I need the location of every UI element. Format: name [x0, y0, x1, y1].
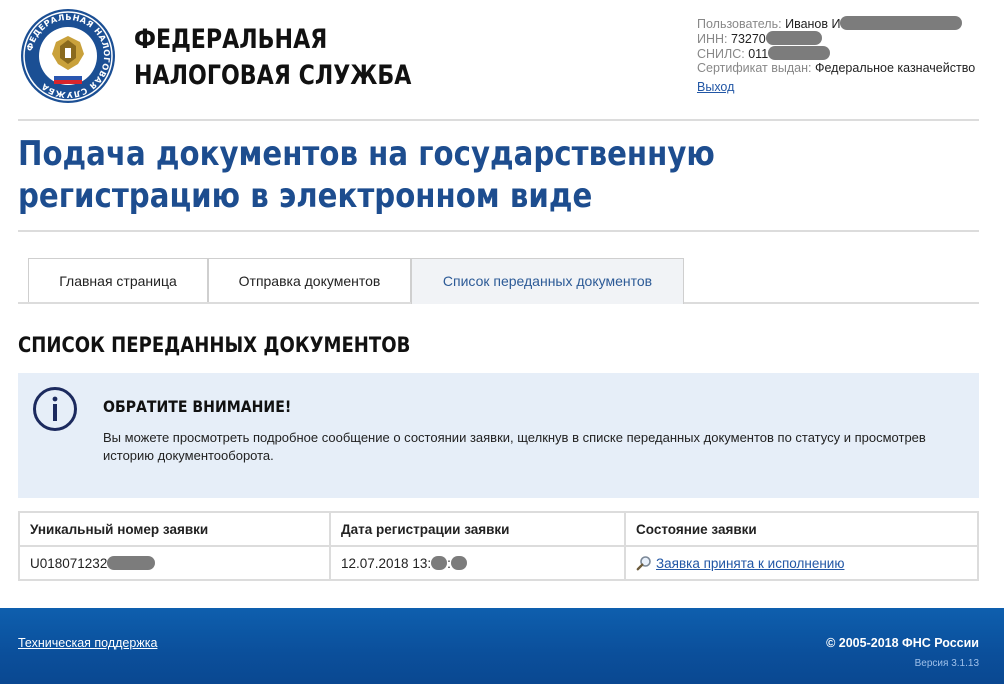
technical-support-link[interactable]: Техническая поддержка: [18, 636, 157, 650]
table-header-row: Уникальный номер заявки Дата регистрации…: [18, 511, 979, 547]
column-header-status: Состояние заявки: [624, 511, 979, 547]
version-text: Версия 3.1.13: [914, 658, 979, 669]
brand-name: ФЕДЕРАЛЬНАЯ НАЛОГОВАЯ СЛУЖБА: [134, 24, 412, 91]
copyright-text: © 2005-2018 ФНС России: [826, 636, 979, 650]
inn-row: ИНН: 73270: [697, 31, 975, 46]
redaction-mark: [431, 555, 448, 570]
redaction-mark: [840, 16, 963, 30]
title-divider: [18, 230, 979, 232]
tab-send-documents[interactable]: Отправка документов: [208, 258, 411, 302]
notice-box: ОБРАТИТЕ ВНИМАНИЕ! Вы можете просмотреть…: [18, 373, 979, 498]
notice-text: Вы можете просмотреть подробное сообщени…: [103, 430, 926, 463]
tab-submitted-documents-list[interactable]: Список переданных документов: [411, 258, 684, 304]
user-name-row: Пользователь: Иванов И: [697, 16, 975, 31]
tab-home[interactable]: Главная страница: [28, 258, 208, 302]
redaction-mark: [768, 46, 831, 60]
section-title: СПИСОК ПЕРЕДАННЫХ ДОКУМЕНТОВ: [18, 333, 411, 357]
fns-logo-emblem: ФЕДЕРАЛЬНАЯ НАЛОГОВАЯ СЛУЖБА: [21, 9, 115, 103]
status-cell: Заявка принята к исполнению: [624, 545, 979, 581]
certificate-row: Сертификат выдан: Федеральное казначейст…: [697, 61, 976, 75]
certificate-value: Федеральное казначейство: [814, 61, 976, 75]
snils-value: 011: [748, 47, 769, 61]
application-number-cell: U018071232: [18, 545, 331, 581]
header-divider: [18, 119, 979, 121]
user-name-value: Иванов И: [785, 17, 841, 31]
redaction-mark: [765, 31, 822, 45]
status-link[interactable]: Заявка принята к исполнению: [656, 556, 844, 571]
logout-link[interactable]: Выход: [697, 80, 734, 95]
user-info-panel: Пользователь: Иванов И ИНН: 73270 СНИЛС:…: [697, 16, 975, 95]
inn-value: 73270: [731, 32, 766, 46]
info-icon: [33, 387, 77, 431]
page-title: Подача документов на государственную рег…: [18, 134, 715, 216]
snils-row: СНИЛС: 011: [697, 46, 975, 61]
column-header-number: Уникальный номер заявки: [18, 511, 331, 547]
column-header-date: Дата регистрации заявки: [329, 511, 626, 547]
table-row: U018071232 12.07.2018 13:: Заявка принят…: [18, 545, 979, 581]
submitted-documents-table: Уникальный номер заявки Дата регистрации…: [18, 511, 979, 581]
notice-heading: ОБРАТИТЕ ВНИМАНИЕ!: [103, 397, 292, 416]
tab-bar: Главная страница Отправка документов Спи…: [18, 258, 979, 304]
registration-date-cell: 12.07.2018 13::: [329, 545, 626, 581]
redaction-mark: [450, 555, 467, 570]
redaction-mark: [107, 555, 156, 570]
magnifier-icon: [636, 556, 651, 571]
site-footer: Техническая поддержка © 2005-2018 ФНС Ро…: [0, 608, 1004, 684]
site-header: ФЕДЕРАЛЬНАЯ НАЛОГОВАЯ СЛУЖБА ФЕДЕРАЛЬНАЯ…: [0, 0, 1004, 120]
